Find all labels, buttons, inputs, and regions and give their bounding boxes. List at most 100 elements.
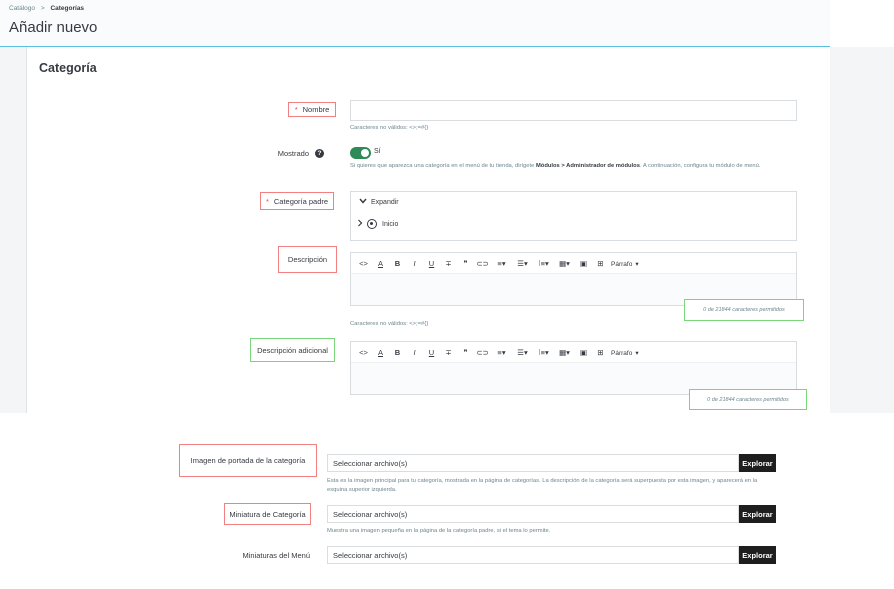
breadcrumb-separator: > <box>40 5 45 12</box>
bullet-glyph: ☰ <box>517 348 524 357</box>
displayed-help-part2: . A continuación, configura tu módulo de… <box>639 163 761 169</box>
tree-node-home[interactable]: Inicio <box>357 219 398 229</box>
page-header: Catálogo > Categorías Añadir nuevo <box>0 0 830 47</box>
number-glyph: ⁝≡ <box>538 348 545 357</box>
description-help: Caracteres no válidos: <>;=#{} <box>350 321 429 327</box>
paragraph-select[interactable]: Párrafo ▾ <box>611 349 639 357</box>
card-title: Categoría <box>39 61 97 75</box>
additional-description-editor[interactable]: <> A B I U ∓ ❞ ⊂⊃ ≡▾ ☰▾ ⁝≡▾ ▦▾ ▣ ⊞ Párra… <box>350 341 797 395</box>
modules-admin-link[interactable]: Módulos > Administrador de módulos <box>536 163 640 169</box>
chevron-down-icon <box>359 198 367 206</box>
quote-icon[interactable]: ❞ <box>459 259 472 268</box>
chevron-down-icon: ▾ <box>635 349 639 357</box>
bullet-glyph: ☰ <box>517 259 524 268</box>
menu-thumbnails-label-text: Miniaturas del Menú <box>242 550 310 560</box>
media-icon[interactable]: ⊞ <box>594 259 607 268</box>
expand-all-button[interactable]: Expandir <box>359 198 399 206</box>
link-icon[interactable]: ⊂⊃ <box>476 259 489 268</box>
thumbnail-label: Miniatura de Categoría <box>224 503 311 525</box>
bold-icon[interactable]: B <box>391 348 404 357</box>
editor-toolbar: <> A B I U ∓ ❞ ⊂⊃ ≡▾ ☰▾ ⁝≡▾ ▦▾ ▣ ⊞ Párra… <box>357 348 639 357</box>
underline-icon[interactable]: U <box>425 348 438 357</box>
page-title: Añadir nuevo <box>9 19 98 36</box>
additional-description-char-counter: 0 de 21844 caracteres permitidos <box>689 389 807 410</box>
table-icon[interactable]: ▦▾ <box>556 259 573 268</box>
numbered-list-icon[interactable]: ⁝≡▾ <box>535 259 552 268</box>
displayed-label: Mostrado ? <box>272 147 324 159</box>
chevron-down-icon: ▾ <box>523 259 528 268</box>
expand-label: Expandir <box>371 198 399 206</box>
strikethrough-icon[interactable]: ∓ <box>442 348 455 357</box>
image-icon[interactable]: ▣ <box>577 259 590 268</box>
help-icon[interactable]: ? <box>315 148 324 158</box>
font-color-icon[interactable]: A <box>374 348 387 357</box>
additional-description-label-text: Descripción adicional <box>257 345 328 355</box>
chevron-down-icon: ▾ <box>545 348 549 357</box>
breadcrumb-current[interactable]: Categorías <box>50 5 84 12</box>
displayed-toggle[interactable] <box>350 147 371 159</box>
quote-icon[interactable]: ❞ <box>459 348 472 357</box>
align-icon[interactable]: ≡▾ <box>493 259 510 268</box>
menu-thumbnails-file-input[interactable]: Seleccionar archivo(s) <box>327 546 739 564</box>
strikethrough-icon[interactable]: ∓ <box>442 259 455 268</box>
chevron-down-icon: ▾ <box>501 348 506 357</box>
tree-node-label: Inicio <box>382 220 399 228</box>
name-label: * Nombre <box>288 102 336 117</box>
chevron-down-icon: ▾ <box>523 348 528 357</box>
thumbnail-file-input[interactable]: Seleccionar archivo(s) <box>327 505 739 523</box>
menu-thumbnails-label: Miniaturas del Menú <box>232 548 310 562</box>
numbered-list-icon[interactable]: ⁝≡▾ <box>535 348 552 357</box>
link-icon[interactable]: ⊂⊃ <box>476 348 489 357</box>
radio-selected-icon[interactable] <box>367 219 377 229</box>
code-view-icon[interactable]: <> <box>357 259 370 268</box>
cover-image-browse-button[interactable]: Explorar <box>739 454 776 472</box>
bullet-list-icon[interactable]: ☰▾ <box>514 348 531 357</box>
media-icon[interactable]: ⊞ <box>594 348 607 357</box>
displayed-toggle-label: Sí <box>374 148 381 155</box>
editor-toolbar: <> A B I U ∓ ❞ ⊂⊃ ≡▾ ☰▾ ⁝≡▾ ▦▾ ▣ ⊞ Párra… <box>357 259 639 268</box>
breadcrumb: Catálogo > Categorías <box>9 5 84 12</box>
chevron-down-icon: ▾ <box>545 259 549 268</box>
description-label: Descripción <box>278 246 337 273</box>
cover-image-help: Esta es la imagen principal para tu cate… <box>327 478 758 493</box>
description-label-text: Descripción <box>287 255 328 264</box>
breadcrumb-catalog-link[interactable]: Catálogo <box>9 5 35 12</box>
chevron-down-icon: ▾ <box>566 259 570 268</box>
displayed-help: Si quieres que aparezca una categoría en… <box>350 162 797 171</box>
displayed-label-text: Mostrado <box>277 148 309 158</box>
font-color-icon[interactable]: A <box>374 259 387 268</box>
underline-icon[interactable]: U <box>425 259 438 268</box>
table-icon[interactable]: ▦▾ <box>556 348 573 357</box>
align-icon[interactable]: ≡▾ <box>493 348 510 357</box>
category-tree: Expandir Inicio <box>350 191 797 241</box>
required-mark: * <box>265 196 269 206</box>
name-help: Caracteres no válidos: <>;=#{} <box>350 125 429 131</box>
code-view-icon[interactable]: <> <box>357 348 370 357</box>
italic-icon[interactable]: I <box>408 259 421 268</box>
chevron-down-icon: ▾ <box>566 348 570 357</box>
number-glyph: ⁝≡ <box>538 259 545 268</box>
chevron-down-icon: ▾ <box>501 259 506 268</box>
thumbnail-help: Muestra una imagen pequeña en la página … <box>327 528 551 534</box>
name-input[interactable] <box>350 100 797 121</box>
additional-description-label: Descripción adicional <box>250 338 335 362</box>
italic-icon[interactable]: I <box>408 348 421 357</box>
header-gap <box>830 0 894 47</box>
parent-category-label: * Categoría padre <box>260 192 334 210</box>
paragraph-label: Párrafo <box>611 349 633 357</box>
cover-image-label-text: Imagen de portada de la categoría <box>190 456 306 465</box>
chevron-down-icon: ▾ <box>635 260 639 268</box>
chevron-right-icon[interactable] <box>357 219 363 229</box>
menu-thumbnails-browse-button[interactable]: Explorar <box>739 546 776 564</box>
bullet-list-icon[interactable]: ☰▾ <box>514 259 531 268</box>
image-icon[interactable]: ▣ <box>577 348 590 357</box>
paragraph-label: Párrafo <box>611 260 633 268</box>
parent-category-label-text: Categoría padre <box>273 196 329 206</box>
displayed-help-part1: Si quieres que aparezca una categoría en… <box>350 163 536 169</box>
bold-icon[interactable]: B <box>391 259 404 268</box>
thumbnail-browse-button[interactable]: Explorar <box>739 505 776 523</box>
description-editor[interactable]: <> A B I U ∓ ❞ ⊂⊃ ≡▾ ☰▾ ⁝≡▾ ▦▾ ▣ ⊞ Párra… <box>350 252 797 306</box>
name-label-text: Nombre <box>302 105 330 114</box>
paragraph-select[interactable]: Párrafo ▾ <box>611 260 639 268</box>
cover-image-file-input[interactable]: Seleccionar archivo(s) <box>327 454 739 472</box>
